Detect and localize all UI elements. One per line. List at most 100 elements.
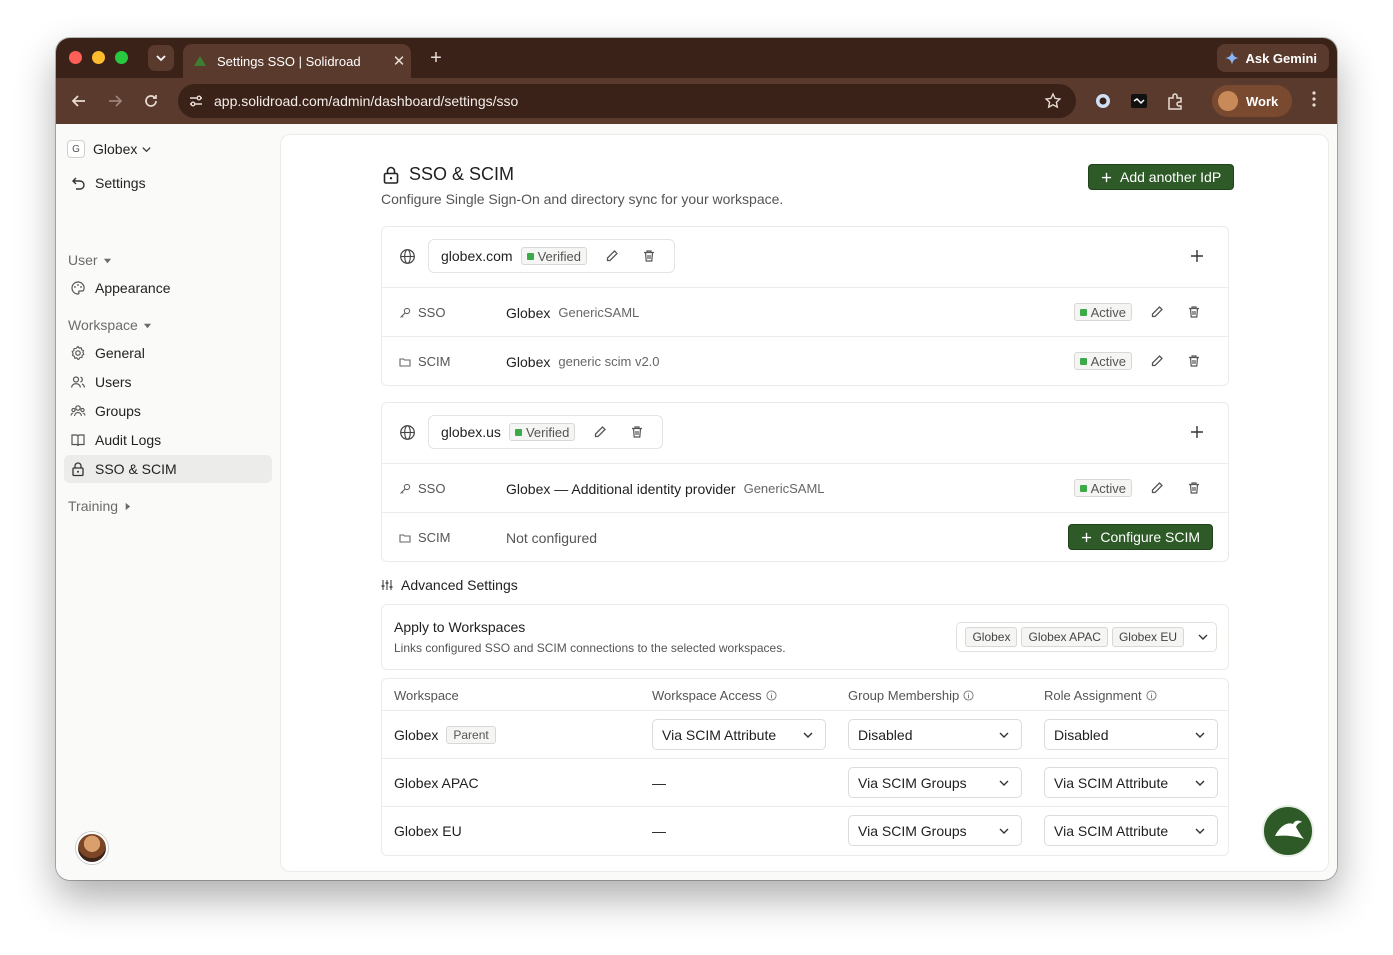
connection-kind-label: SSO [418, 305, 446, 320]
workspace-switcher[interactable]: G Globex [67, 140, 152, 158]
add-connection-plus-icon[interactable] [1188, 247, 1206, 265]
forward-button[interactable] [104, 90, 126, 112]
workspace-chip[interactable]: Globex EU [1111, 627, 1184, 647]
chevron-down-icon [803, 732, 813, 738]
edit-domain-button[interactable] [600, 244, 624, 268]
url-text: app.solidroad.com/admin/dashboard/settin… [214, 93, 519, 109]
group-membership-select[interactable]: Via SCIM Groups [848, 815, 1022, 846]
plus-icon [1101, 172, 1112, 182]
workspace-name: Globex [93, 141, 138, 157]
new-tab-button[interactable]: + [424, 46, 448, 70]
connection-info: Not configured [506, 513, 597, 562]
role-assignment-select[interactable]: Via SCIM Attribute [1044, 767, 1218, 798]
sidebar-item-groups[interactable]: Groups [64, 397, 272, 425]
tab-strip: Settings SSO | Solidroad ✕ + Ask Gemini [56, 38, 1337, 78]
tab-title: Settings SSO | Solidroad [217, 53, 361, 69]
domain-name: globex.com [441, 248, 513, 264]
sidebar-item-users[interactable]: Users [64, 368, 272, 396]
profile-avatar [1218, 91, 1238, 111]
close-tab-icon[interactable]: ✕ [387, 52, 411, 70]
chevron-down-icon [999, 780, 1009, 786]
extension-1-icon[interactable] [1092, 90, 1114, 112]
sidebar-item-general[interactable]: General [64, 339, 272, 367]
info-icon[interactable] [1146, 689, 1157, 701]
connection-protocol: GenericSAML [743, 481, 825, 496]
group-membership-select[interactable]: Via SCIM Groups [848, 767, 1022, 798]
status-dot [514, 428, 522, 436]
workspaces-multiselect[interactable]: Globex Globex APAC Globex EU [956, 622, 1217, 652]
extensions-puzzle-icon[interactable] [1164, 90, 1186, 112]
address-bar[interactable]: app.solidroad.com/admin/dashboard/settin… [178, 84, 1076, 118]
group-membership-select[interactable]: Disabled [848, 719, 1022, 750]
bookmark-star-icon[interactable] [1044, 92, 1062, 110]
sidebar-item-audit-logs[interactable]: Audit Logs [64, 426, 272, 454]
delete-connection-button[interactable] [1182, 349, 1206, 373]
badge-label: Active [1090, 304, 1126, 320]
domain-name: globex.us [441, 424, 501, 440]
tab-search-button[interactable] [148, 45, 174, 71]
role-assignment-select[interactable]: Via SCIM Attribute [1044, 815, 1218, 846]
add-idp-button[interactable]: Add another IdP [1088, 164, 1235, 190]
ask-gemini-button[interactable]: Ask Gemini [1217, 44, 1329, 72]
chevron-down-icon [999, 732, 1009, 738]
sidebar-item-sso-scim[interactable]: SSO & SCIM [64, 455, 272, 483]
minimize-window-button[interactable] [92, 51, 105, 64]
chevron-down-icon [1198, 634, 1208, 640]
workspace-cell: Globex EU [394, 807, 462, 855]
connection-protocol: GenericSAML [558, 305, 640, 320]
reload-button[interactable] [140, 90, 162, 112]
gemini-sparkle-icon [1225, 51, 1240, 65]
info-icon[interactable] [963, 689, 974, 701]
trash-icon [1189, 355, 1199, 367]
chevron-down-icon [156, 55, 166, 62]
book-icon [71, 434, 85, 447]
table-row: Globex Parent Via SCIM Attribute Disable… [382, 711, 1228, 759]
assistant-chat-button[interactable] [1262, 805, 1314, 857]
active-badge: Active [1073, 303, 1132, 321]
workspace-access-select[interactable]: Via SCIM Attribute [652, 719, 826, 750]
back-button[interactable] [68, 90, 90, 112]
role-assignment-select[interactable]: Disabled [1044, 719, 1218, 750]
delete-connection-button[interactable] [1182, 476, 1206, 500]
section-label: Training [68, 498, 119, 514]
workspace-chip[interactable]: Globex APAC [1021, 627, 1108, 647]
edit-connection-button[interactable] [1145, 300, 1169, 324]
edit-connection-button[interactable] [1145, 476, 1169, 500]
site-info-icon[interactable] [188, 93, 204, 109]
sidebar-section-user[interactable]: User [68, 252, 112, 268]
arrow-left-icon [71, 95, 85, 107]
user-avatar[interactable] [76, 832, 108, 864]
info-icon[interactable] [766, 689, 777, 701]
status-dot [1079, 357, 1087, 365]
browser-tab[interactable]: Settings SSO | Solidroad ✕ [183, 44, 411, 78]
pencil-icon [1151, 355, 1163, 367]
caret-down-icon [103, 258, 111, 263]
workspace-name: Globex [394, 727, 439, 743]
delete-domain-button[interactable] [625, 420, 649, 444]
sidebar-section-training[interactable]: Training [68, 498, 132, 514]
sidebar-section-workspace[interactable]: Workspace [68, 317, 152, 333]
badge-label: Active [1090, 353, 1126, 369]
browser-menu-icon[interactable] [1304, 90, 1324, 112]
delete-domain-button[interactable] [637, 244, 661, 268]
sliders-icon [381, 580, 393, 590]
sidebar-item-appearance[interactable]: Appearance [64, 274, 272, 302]
profile-button[interactable]: Work [1212, 85, 1292, 117]
close-window-button[interactable] [69, 51, 82, 64]
browser-toolbar: app.solidroad.com/admin/dashboard/settin… [56, 78, 1337, 124]
workspace-chip[interactable]: Globex [965, 627, 1018, 647]
domain-header: globex.us Verified [382, 403, 1228, 464]
extension-2-icon[interactable] [1128, 90, 1150, 112]
sidebar-item-back-settings[interactable]: Settings [64, 169, 272, 197]
maximize-window-button[interactable] [115, 51, 128, 64]
add-connection-plus-icon[interactable] [1188, 423, 1206, 441]
delete-connection-button[interactable] [1182, 300, 1206, 324]
edit-domain-button[interactable] [588, 420, 612, 444]
configure-scim-button[interactable]: Configure SCIM [1068, 524, 1213, 550]
pencil-icon [606, 250, 618, 262]
badge-label: Verified [537, 248, 581, 264]
select-value: Via SCIM Groups [858, 822, 967, 839]
edit-connection-button[interactable] [1145, 349, 1169, 373]
pencil-icon [595, 426, 607, 438]
scim-connection-row: SCIM Not configured Configure SCIM [382, 513, 1228, 562]
